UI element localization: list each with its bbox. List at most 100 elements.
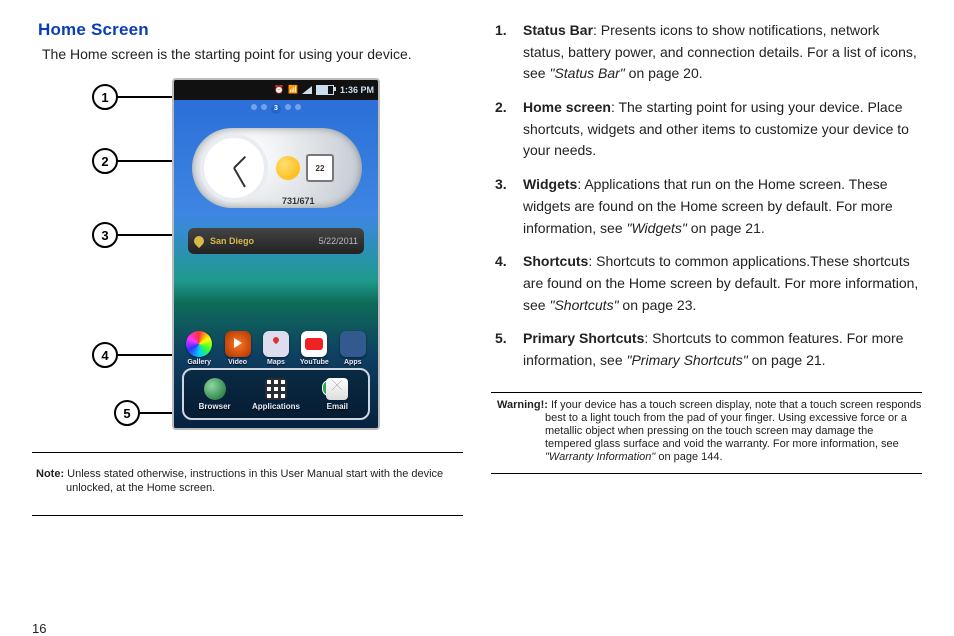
home-wallpaper: 3 22 731/671 San Diego bbox=[174, 100, 378, 428]
divider bbox=[491, 473, 922, 474]
page-dot-active: 3 bbox=[271, 104, 281, 114]
callout-number: 4 bbox=[92, 342, 118, 368]
item-crossref: "Primary Shortcuts" bbox=[627, 352, 748, 368]
warning-body: If your device has a touch screen displa… bbox=[545, 399, 921, 451]
right-column: 1. Status Bar: Presents icons to show no… bbox=[477, 20, 922, 636]
calendar-icon: 22 bbox=[306, 154, 334, 182]
callout-number: 5 bbox=[114, 400, 140, 426]
warning-label: Warning!: bbox=[497, 399, 548, 411]
callout-number: 2 bbox=[92, 148, 118, 174]
item-term: Home screen bbox=[523, 99, 611, 115]
divider bbox=[491, 392, 922, 393]
signal-icon bbox=[302, 86, 312, 94]
app-label: Maps bbox=[260, 359, 292, 366]
app-maps: Maps bbox=[260, 331, 292, 366]
item-number: 5. bbox=[495, 328, 507, 350]
device-screenshot: ⏰ 📶 1:36 PM 3 bbox=[172, 78, 380, 430]
dock-browser: Browser bbox=[188, 378, 242, 411]
note-label: Note: bbox=[36, 468, 64, 480]
callout-2: 2 bbox=[92, 148, 174, 174]
item-tail: on page 21. bbox=[687, 220, 765, 236]
primary-shortcuts-dock: Browser Applications 29 Email bbox=[182, 368, 370, 420]
sun-icon bbox=[276, 156, 300, 180]
manual-page: Home Screen The Home screen is the start… bbox=[0, 0, 954, 636]
status-time: 1:36 PM bbox=[340, 85, 374, 95]
dock-label: Browser bbox=[188, 402, 242, 411]
section-heading: Home Screen bbox=[38, 20, 463, 40]
figure-note: Note: Unless stated otherwise, instructi… bbox=[32, 468, 463, 496]
shortcut-row: Gallery Video Maps YouTube Apps bbox=[174, 320, 378, 366]
callout-number: 1 bbox=[92, 84, 118, 110]
callout-number: 3 bbox=[92, 222, 118, 248]
battery-icon bbox=[316, 85, 334, 95]
page-dot bbox=[285, 104, 291, 110]
maps-icon bbox=[263, 331, 289, 357]
intro-text: The Home screen is the starting point fo… bbox=[42, 46, 463, 62]
callout-1: 1 bbox=[92, 84, 174, 110]
app-video: Video bbox=[222, 331, 254, 366]
callout-description-list: 1. Status Bar: Presents icons to show no… bbox=[491, 20, 922, 384]
email-icon bbox=[326, 378, 348, 400]
warning-crossref: "Warranty Information" bbox=[545, 451, 655, 463]
item-tail: on page 23. bbox=[619, 297, 697, 313]
app-label: Apps bbox=[337, 359, 369, 366]
dock-label: Applications bbox=[249, 402, 303, 411]
dock-label: Email bbox=[310, 402, 364, 411]
weather-city: San Diego bbox=[210, 236, 254, 246]
app-label: Video bbox=[222, 359, 254, 366]
app-youtube: YouTube bbox=[298, 331, 330, 366]
dock-applications: Applications bbox=[249, 378, 303, 411]
network-icon: 📶 bbox=[288, 85, 298, 95]
item-crossref: "Shortcuts" bbox=[549, 297, 618, 313]
app-grid-icon bbox=[265, 378, 287, 400]
browser-icon bbox=[204, 378, 226, 400]
list-item: 5. Primary Shortcuts: Shortcuts to commo… bbox=[491, 328, 922, 371]
app-label: YouTube bbox=[298, 359, 330, 366]
divider bbox=[32, 515, 463, 516]
weather-date: 5/22/2011 bbox=[319, 236, 358, 246]
apps-icon bbox=[340, 331, 366, 357]
temperature-text: 731/671 bbox=[282, 196, 315, 206]
youtube-icon bbox=[301, 331, 327, 357]
list-item: 1. Status Bar: Presents icons to show no… bbox=[491, 20, 922, 85]
item-term: Primary Shortcuts bbox=[523, 330, 644, 346]
page-dot bbox=[261, 104, 267, 110]
page-dot bbox=[295, 104, 301, 110]
alarm-icon: ⏰ bbox=[274, 85, 284, 95]
item-number: 1. bbox=[495, 20, 507, 42]
item-term: Status Bar bbox=[523, 22, 593, 38]
item-term: Widgets bbox=[523, 176, 577, 192]
item-term: Shortcuts bbox=[523, 253, 588, 269]
status-bar: ⏰ 📶 1:36 PM bbox=[174, 80, 378, 100]
clock-weather-widget: 22 731/671 bbox=[192, 128, 362, 208]
weather-location-bar: San Diego 5/22/2011 bbox=[188, 228, 364, 254]
list-item: 4. Shortcuts: Shortcuts to common applic… bbox=[491, 251, 922, 316]
dock-email: 29 Email bbox=[310, 378, 364, 411]
page-dot bbox=[251, 104, 257, 110]
item-number: 2. bbox=[495, 97, 507, 119]
page-number: 16 bbox=[32, 601, 463, 636]
item-tail: on page 20. bbox=[625, 65, 703, 81]
callout-3: 3 bbox=[92, 222, 174, 248]
annotated-phone-figure: 1 2 3 4 5 ⏰ 📶 1:36 PM bbox=[32, 72, 463, 436]
note-text: Unless stated otherwise, instructions in… bbox=[66, 468, 443, 494]
list-item: 2. Home screen: The starting point for u… bbox=[491, 97, 922, 162]
item-number: 3. bbox=[495, 174, 507, 196]
item-crossref: "Widgets" bbox=[627, 220, 687, 236]
app-apps: Apps bbox=[337, 331, 369, 366]
item-number: 4. bbox=[495, 251, 507, 273]
callout-4: 4 bbox=[92, 342, 174, 368]
item-crossref: "Status Bar" bbox=[549, 65, 624, 81]
list-item: 3. Widgets: Applications that run on the… bbox=[491, 174, 922, 239]
divider bbox=[32, 452, 463, 453]
video-icon bbox=[225, 331, 251, 357]
warning-note: Warning!: If your device has a touch scr… bbox=[491, 399, 922, 465]
app-label: Gallery bbox=[183, 359, 215, 366]
warning-tail: on page 144. bbox=[655, 451, 722, 463]
location-pin-icon bbox=[192, 234, 206, 248]
item-tail: on page 21. bbox=[748, 352, 826, 368]
gallery-icon bbox=[186, 331, 212, 357]
left-column: Home Screen The Home screen is the start… bbox=[32, 20, 477, 636]
analog-clock-icon bbox=[200, 134, 268, 202]
page-indicator: 3 bbox=[174, 104, 378, 114]
